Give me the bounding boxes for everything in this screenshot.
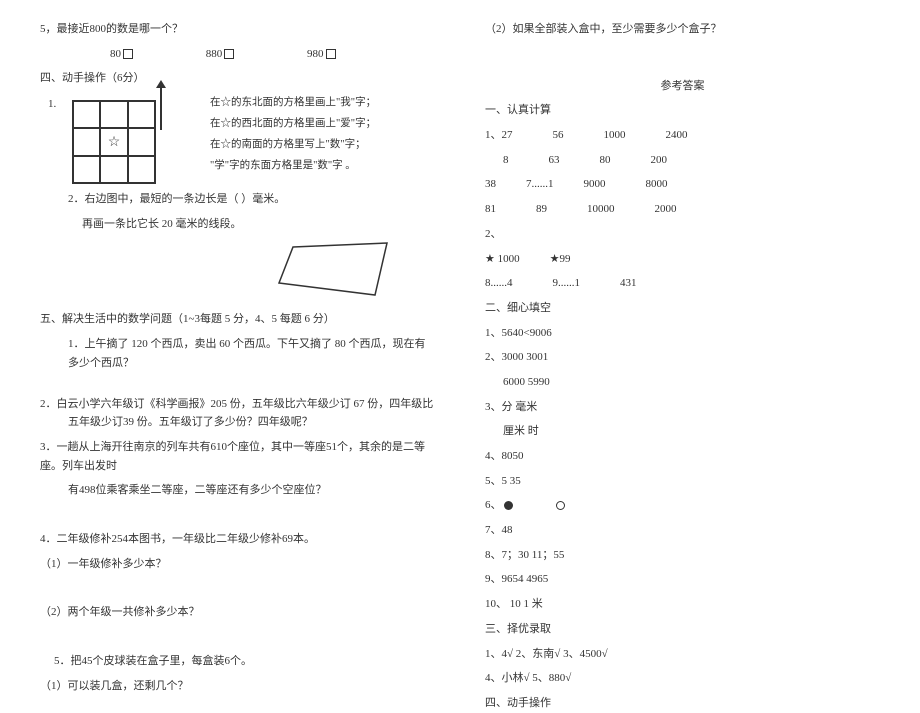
- a7: 7、48: [485, 521, 880, 540]
- checkbox-icon[interactable]: [326, 49, 336, 59]
- opt-980[interactable]: 980: [307, 48, 336, 60]
- sec4-title: 四、动手操作（6分）: [40, 69, 435, 88]
- c2: 4、小林√ 5、880√: [485, 669, 880, 688]
- sec4-1-num: 1.: [48, 98, 56, 110]
- s2-num: 2、: [485, 225, 880, 244]
- a3b: 厘米 时: [485, 422, 880, 441]
- sec5-3b: 有498位乘客乘坐二等座，二等座还有多少个空座位？: [40, 481, 435, 500]
- s1-title: 一、认真计算: [485, 101, 880, 120]
- grid-exercise: 1. ☆ 在☆的东北面的方格里画上"我"字； 在☆的西北面的方格里画上"爱"字；…: [40, 94, 435, 184]
- grid-cell: [128, 128, 155, 155]
- q5-options: 80 880 980: [40, 45, 435, 64]
- s3-title: 三、择优录取: [485, 620, 880, 639]
- filled-circle-icon: [504, 501, 513, 510]
- grid-cell: [73, 128, 100, 155]
- opt-80[interactable]: 80: [110, 48, 133, 60]
- a2b: 6000 5990: [485, 373, 880, 392]
- grid-line3: 在☆的南面的方格里写上"数"字；: [210, 136, 376, 154]
- s2-title: 二、细心填空: [485, 299, 880, 318]
- a4: 4、8050: [485, 447, 880, 466]
- arrow-up-icon: [160, 86, 162, 130]
- sec5-5-1: （1）可以装几盒，还剩几个？: [40, 677, 435, 696]
- polygon-figure: [40, 239, 395, 302]
- a1: 1、5640<9006: [485, 324, 880, 343]
- sec5-2: 2．白云小学六年级订《科学画报》205 份，五年级比六年级少订 67 份，四年级…: [40, 395, 435, 432]
- grid-instructions: 在☆的东北面的方格里画上"我"字； 在☆的西北面的方格里画上"爱"字； 在☆的南…: [210, 94, 376, 177]
- quadrilateral-icon: [275, 239, 395, 299]
- sec5-4-2: （2）两个年级一共修补多少本？: [40, 603, 435, 622]
- sec5-4-1: （1）一年级修补多少本？: [40, 555, 435, 574]
- ans-row-2: 86380200: [485, 151, 880, 170]
- sec5-5: 5．把45个皮球装在盒子里，每盒装6个。: [40, 652, 435, 671]
- sec5-3a: 3．一趟从上海开往南京的列车共有610个座位，其中一等座51个，其余的是二等座。…: [40, 438, 435, 475]
- opt-880[interactable]: 880: [206, 48, 235, 60]
- empty-circle-icon: [556, 501, 565, 510]
- r-q2: （2）如果全部装入盒中，至少需要多少个盒子？: [485, 20, 880, 39]
- sec5-4: 4．二年级修补254本图书，一年级比二年级少修补69本。: [40, 530, 435, 549]
- grid-cell: [128, 101, 155, 128]
- ans-row-1: 1、275610002400: [485, 126, 880, 145]
- s4-title: 四、动手操作: [485, 694, 880, 713]
- a8: 8、7；30 11；55: [485, 546, 880, 565]
- a5: 5、5 35: [485, 472, 880, 491]
- sec5-title: 五、解决生活中的数学问题（1~3每题 5 分，4、5 每题 6 分）: [40, 310, 435, 329]
- grid-line2: 在☆的西北面的方格里画上"爱"字；: [210, 115, 376, 133]
- a9: 9、9654 4965: [485, 570, 880, 589]
- ans-row-4: 8189100002000: [485, 200, 880, 219]
- a10: 10、 10 1 米: [485, 595, 880, 614]
- a3: 3、分 毫米: [485, 398, 880, 417]
- checkbox-icon[interactable]: [224, 49, 234, 59]
- checkbox-icon[interactable]: [123, 49, 133, 59]
- sec4-2b: 再画一条比它长 20 毫米的线段。: [40, 215, 435, 234]
- grid-cell: [128, 156, 155, 183]
- grid-cell: [100, 101, 127, 128]
- a6: 6、: [485, 496, 880, 515]
- grid-3x3: ☆: [72, 100, 156, 184]
- sec4-2a: 2．右边图中，最短的一条边长是（ ）毫米。: [40, 190, 435, 209]
- grid-line4: "学"字的东面方格里是"数"字 。: [210, 157, 376, 175]
- star-row: ★ 1000★99: [485, 250, 880, 269]
- c1: 1、4√ 2、东南√ 3、4500√: [485, 645, 880, 664]
- grid-cell-star: ☆: [100, 128, 127, 155]
- grid-line1: 在☆的东北面的方格里画上"我"字；: [210, 94, 376, 112]
- grid-cell: [100, 156, 127, 183]
- ans-row-3: 387......190008000: [485, 175, 880, 194]
- a2: 2、3000 3001: [485, 348, 880, 367]
- answer-title: 参考答案: [485, 77, 880, 96]
- rem-row: 8......49......1431: [485, 274, 880, 293]
- grid-cell: [73, 101, 100, 128]
- sec5-1: 1．上午摘了 120 个西瓜，卖出 60 个西瓜。下午又摘了 80 个西瓜，现在…: [40, 335, 435, 372]
- q5-title: 5，最接近800的数是哪一个？: [40, 20, 435, 39]
- grid-cell: [73, 156, 100, 183]
